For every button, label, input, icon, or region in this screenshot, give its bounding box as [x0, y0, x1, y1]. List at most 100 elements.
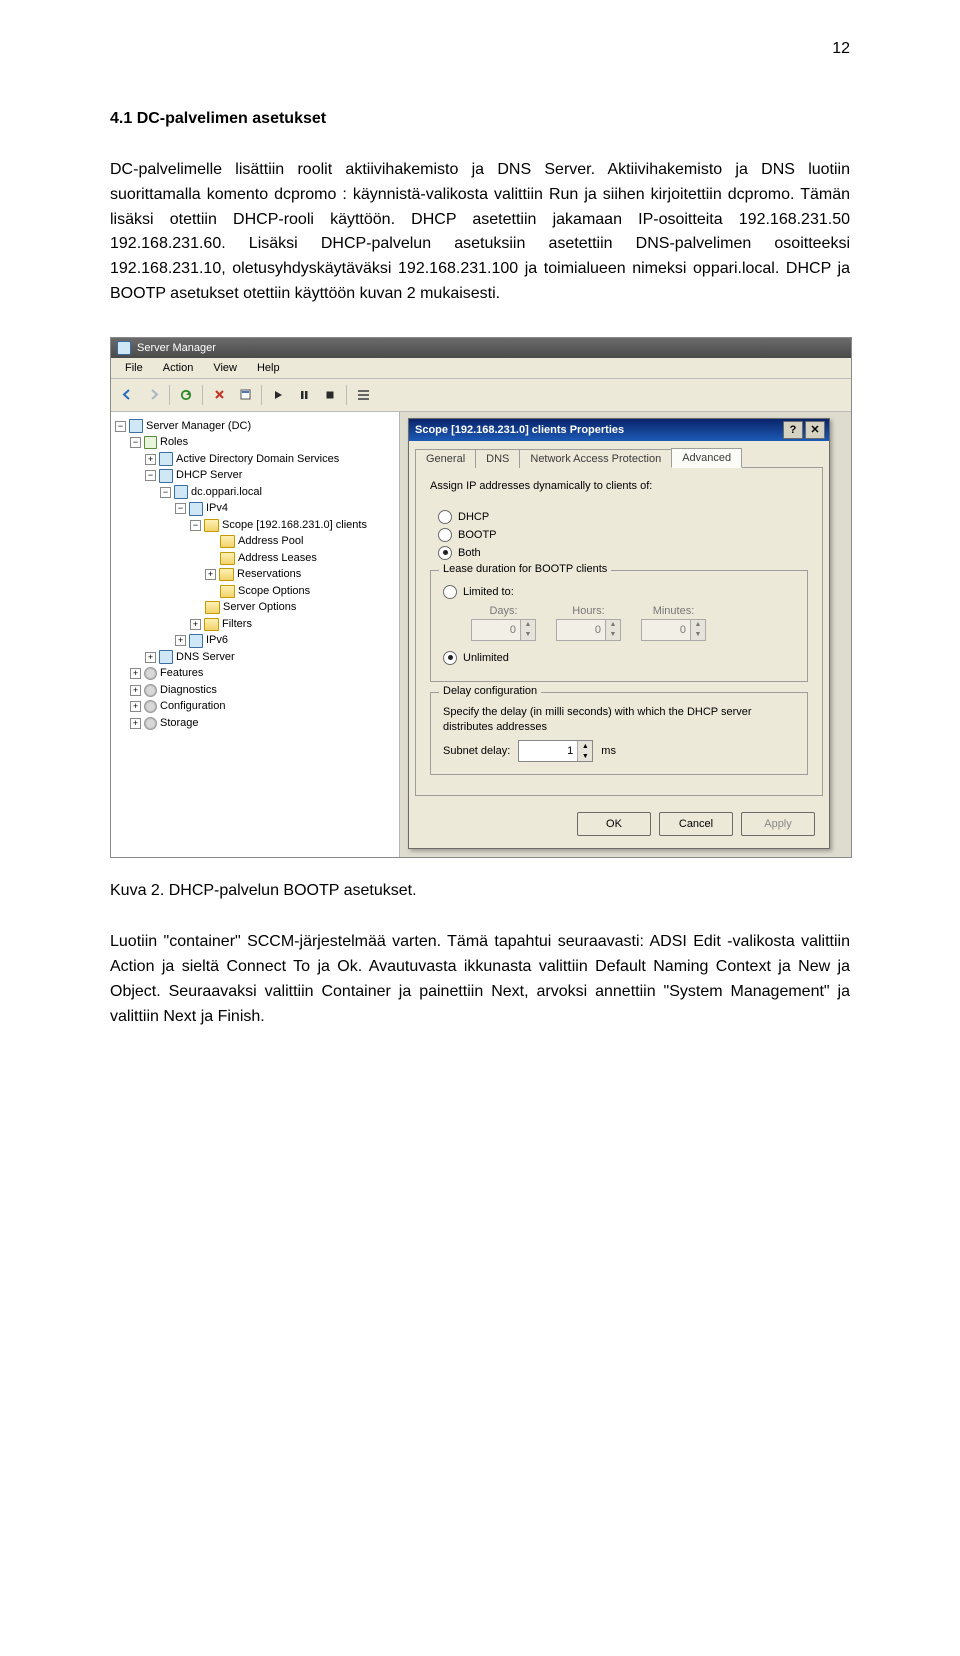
tree-row[interactable]: + Configuration: [115, 698, 395, 715]
window-title: Server Manager: [137, 342, 216, 354]
toolbar-pause-icon[interactable]: [292, 383, 316, 407]
expand-toggle-icon[interactable]: +: [190, 619, 201, 630]
expand-toggle-icon[interactable]: +: [145, 652, 156, 663]
tree-row[interactable]: − Scope [192.168.231.0] clients: [115, 517, 395, 534]
spin-up-icon[interactable]: ▲: [578, 741, 592, 751]
apply-button[interactable]: Apply: [741, 812, 815, 836]
tab-nap[interactable]: Network Access Protection: [519, 449, 672, 468]
tree-row[interactable]: −Roles: [115, 434, 395, 451]
close-icon[interactable]: ✕: [805, 421, 825, 439]
tree-row[interactable]: − dc.oppari.local: [115, 484, 395, 501]
help-icon[interactable]: ?: [783, 421, 803, 439]
tree-item-label: Address Leases: [238, 550, 317, 567]
tab-advanced[interactable]: Advanced: [671, 448, 742, 468]
expand-toggle-icon[interactable]: +: [205, 569, 216, 580]
menu-view[interactable]: View: [203, 360, 247, 376]
server-icon: [159, 469, 173, 483]
tree-item-label: Storage: [160, 715, 199, 732]
window-titlebar: Server Manager: [111, 338, 851, 358]
expand-toggle-icon[interactable]: +: [130, 668, 141, 679]
radio-label: Limited to:: [463, 586, 514, 598]
expand-toggle-icon[interactable]: −: [145, 470, 156, 481]
tree-item-label: dc.oppari.local: [191, 484, 262, 501]
dialog-tabstrip: General DNS Network Access Protection Ad…: [415, 447, 823, 468]
tree-row[interactable]: Address Pool: [115, 533, 395, 550]
spin-up-icon[interactable]: ▲: [521, 620, 535, 630]
expand-toggle-icon[interactable]: −: [160, 487, 171, 498]
spin-down-icon[interactable]: ▼: [606, 630, 620, 640]
expand-toggle-icon[interactable]: −: [115, 421, 126, 432]
delay-spinbox[interactable]: 1 ▲▼: [518, 740, 593, 762]
tree-item-label: Configuration: [160, 698, 225, 715]
spin-down-icon[interactable]: ▼: [691, 630, 705, 640]
expand-toggle-icon[interactable]: +: [130, 701, 141, 712]
spin-down-icon[interactable]: ▼: [578, 751, 592, 761]
tree-row[interactable]: +DNS Server: [115, 649, 395, 666]
cancel-button[interactable]: Cancel: [659, 812, 733, 836]
toolbar-list-icon[interactable]: [351, 383, 375, 407]
toolbar-properties-icon[interactable]: [233, 383, 257, 407]
figure-caption: Kuva 2. DHCP-palvelun BOOTP asetukset.: [110, 882, 850, 900]
radio-bootp[interactable]: BOOTP: [438, 528, 800, 542]
toolbar-refresh-icon[interactable]: [174, 383, 198, 407]
hours-spinbox[interactable]: 0 ▲▼: [556, 619, 621, 641]
delay-fieldset: Delay configuration Specify the delay (i…: [430, 692, 808, 776]
expand-toggle-icon[interactable]: +: [130, 685, 141, 696]
days-spinbox[interactable]: 0 ▲▼: [471, 619, 536, 641]
menu-action[interactable]: Action: [153, 360, 204, 376]
tree-row[interactable]: − DHCP Server: [115, 467, 395, 484]
spin-down-icon[interactable]: ▼: [521, 630, 535, 640]
toolbar-delete-icon[interactable]: [207, 383, 231, 407]
tree-row[interactable]: +IPv6: [115, 632, 395, 649]
folder-icon: [205, 601, 220, 614]
expand-toggle-icon[interactable]: +: [130, 718, 141, 729]
tab-dns[interactable]: DNS: [475, 449, 520, 468]
screenshot-server-manager: Server Manager File Action View Help: [110, 337, 852, 859]
radio-icon: [438, 546, 452, 560]
tab-general[interactable]: General: [415, 449, 476, 468]
hours-label: Hours:: [572, 605, 604, 617]
server-icon: [189, 502, 203, 516]
tree-row[interactable]: +Diagnostics: [115, 682, 395, 699]
minutes-spinbox[interactable]: 0 ▲▼: [641, 619, 706, 641]
tree-item-label: Server Options: [223, 599, 296, 616]
radio-dhcp[interactable]: DHCP: [438, 510, 800, 524]
tree-item-label: Scope [192.168.231.0] clients: [222, 517, 367, 534]
expand-toggle-icon[interactable]: +: [145, 454, 156, 465]
toolbar-forward-icon[interactable]: [141, 383, 165, 407]
menu-file[interactable]: File: [115, 360, 153, 376]
spin-up-icon[interactable]: ▲: [691, 620, 705, 630]
tree-row[interactable]: −Server Manager (DC): [115, 418, 395, 435]
radio-both[interactable]: Both: [438, 546, 800, 560]
ok-button[interactable]: OK: [577, 812, 651, 836]
duration-row: Days: 0 ▲▼ Hours: 0: [471, 605, 795, 641]
tree-row[interactable]: +Filters: [115, 616, 395, 633]
radio-unlimited[interactable]: Unlimited: [443, 651, 795, 665]
server-icon: [129, 419, 143, 433]
radio-limited[interactable]: Limited to:: [443, 585, 795, 599]
toolbar-play-icon[interactable]: [266, 383, 290, 407]
toolbar-stop-icon[interactable]: [318, 383, 342, 407]
expand-toggle-icon[interactable]: −: [130, 437, 141, 448]
gear-icon: [144, 700, 157, 713]
tree-row[interactable]: −IPv4: [115, 500, 395, 517]
tree-row[interactable]: Server Options: [115, 599, 395, 616]
delay-unit: ms: [601, 745, 616, 757]
tree-row[interactable]: +Features: [115, 665, 395, 682]
expand-toggle-icon[interactable]: −: [190, 520, 201, 531]
expand-toggle-icon[interactable]: +: [175, 635, 186, 646]
toolbar-back-icon[interactable]: [115, 383, 139, 407]
minutes-value: 0: [642, 624, 690, 636]
spin-up-icon[interactable]: ▲: [606, 620, 620, 630]
tree-row[interactable]: Scope Options: [115, 583, 395, 600]
tree-row[interactable]: Address Leases: [115, 550, 395, 567]
radio-icon: [438, 528, 452, 542]
expand-toggle-icon[interactable]: −: [175, 503, 186, 514]
tree-item-label: Address Pool: [238, 533, 303, 550]
minutes-label: Minutes:: [653, 605, 695, 617]
tree-row[interactable]: + Storage: [115, 715, 395, 732]
tree-row[interactable]: +Active Directory Domain Services: [115, 451, 395, 468]
tree-row[interactable]: +Reservations: [115, 566, 395, 583]
tree-item-label: DHCP Server: [176, 467, 242, 484]
menu-help[interactable]: Help: [247, 360, 290, 376]
